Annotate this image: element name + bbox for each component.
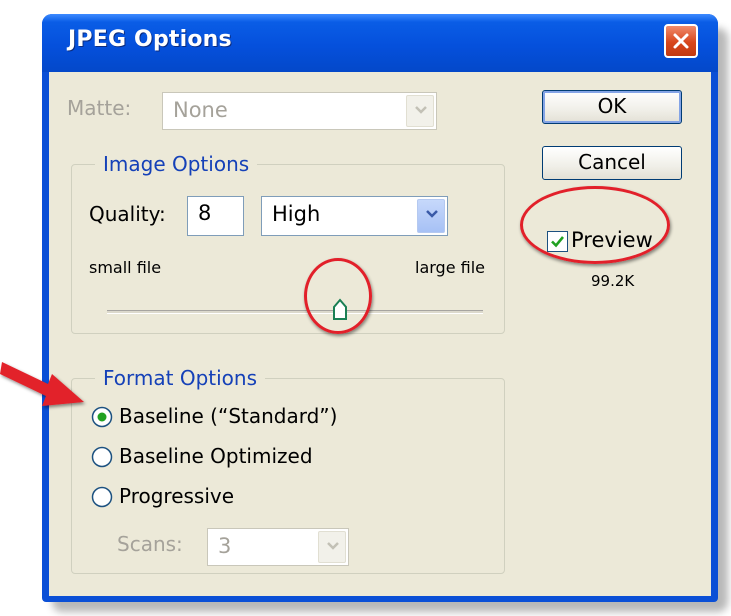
arrow-right-icon: [0, 362, 84, 406]
matte-dropdown[interactable]: None: [162, 92, 437, 130]
scans-value: 3: [218, 534, 232, 558]
chevron-down-icon: [415, 106, 427, 114]
radio-baseline-standard[interactable]: [91, 406, 113, 428]
matte-label: Matte:: [67, 96, 132, 120]
scans-dropdown-arrow[interactable]: [318, 531, 346, 563]
radio-progressive[interactable]: [91, 486, 113, 508]
quality-preset-dropdown-arrow[interactable]: [417, 199, 445, 233]
preview-highlight-ellipse: [520, 186, 670, 264]
baseline-standard-label: Baseline (“Standard”): [119, 404, 338, 428]
scans-label: Scans:: [117, 532, 183, 556]
quality-slider-track[interactable]: [107, 310, 483, 314]
quality-preset-dropdown[interactable]: High: [261, 196, 448, 236]
matte-dropdown-arrow[interactable]: [406, 95, 434, 127]
jpeg-options-dialog: JPEG Options Matte: None Image Options Q…: [42, 14, 718, 602]
quality-value: 8: [198, 201, 212, 225]
image-options-group: [71, 164, 505, 334]
preview-file-size: 99.2K: [591, 272, 635, 290]
small-file-label: small file: [89, 258, 162, 277]
slider-highlight-ellipse: [304, 258, 372, 334]
dialog-body: Matte: None Image Options Quality: 8 Hig…: [49, 72, 711, 596]
image-options-legend: Image Options: [95, 152, 258, 176]
chevron-down-icon: [327, 542, 339, 550]
chevron-down-icon: [426, 210, 438, 218]
quality-input[interactable]: 8: [187, 196, 244, 236]
large-file-label: large file: [415, 258, 485, 277]
baseline-optimized-label: Baseline Optimized: [119, 444, 313, 468]
cancel-button[interactable]: Cancel: [542, 146, 682, 180]
ok-button[interactable]: OK: [542, 90, 682, 124]
format-options-legend: Format Options: [95, 366, 266, 390]
window-title: JPEG Options: [68, 27, 232, 52]
scans-dropdown[interactable]: 3: [207, 528, 349, 566]
title-bar[interactable]: JPEG Options: [42, 14, 718, 72]
quality-label: Quality:: [89, 202, 166, 226]
radio-baseline-optimized[interactable]: [91, 446, 113, 468]
close-icon: [673, 33, 689, 49]
quality-preset-value: High: [272, 202, 321, 226]
matte-value: None: [173, 98, 228, 122]
close-button[interactable]: [664, 24, 698, 58]
progressive-label: Progressive: [119, 484, 235, 508]
